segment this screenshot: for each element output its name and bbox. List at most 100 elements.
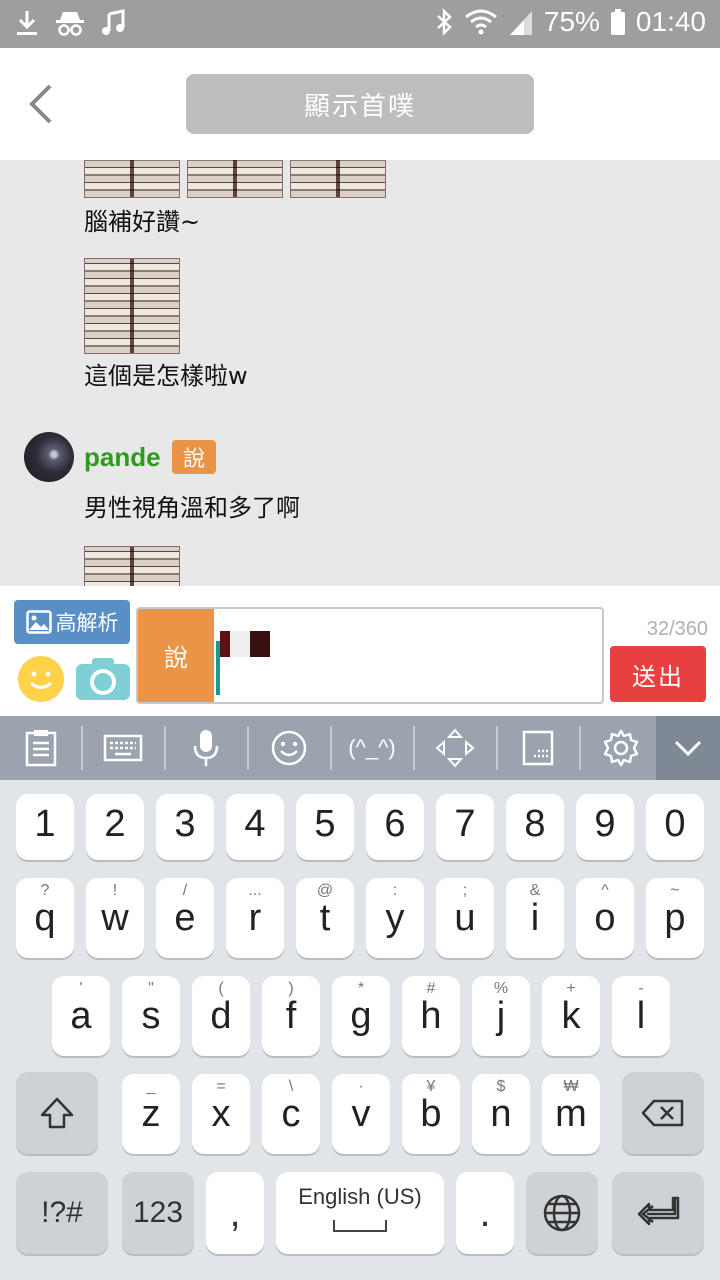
keyboard-settings-button[interactable] xyxy=(580,716,662,780)
space-key[interactable]: English (US) xyxy=(276,1172,444,1254)
download-icon xyxy=(14,8,40,38)
numbers-label: 123 xyxy=(132,1196,184,1229)
message-input[interactable]: 說 xyxy=(136,607,604,704)
key-label: p xyxy=(664,897,686,939)
key-k[interactable]: + k xyxy=(542,976,600,1056)
key-z[interactable]: _ z xyxy=(122,1074,180,1154)
key-label: u xyxy=(454,897,476,939)
avatar[interactable] xyxy=(24,432,74,482)
key-label: e xyxy=(174,897,196,939)
hires-upload-button[interactable]: 高解析 xyxy=(14,600,130,644)
kaomoji-button[interactable]: (^_^) xyxy=(331,716,413,780)
key-9[interactable]: 9 xyxy=(576,794,634,860)
key-n[interactable]: $ n xyxy=(472,1074,530,1154)
key-s[interactable]: " s xyxy=(122,976,180,1056)
key-6[interactable]: 6 xyxy=(366,794,424,860)
key-a[interactable]: ' a xyxy=(52,976,110,1056)
attached-image-thumbnail[interactable] xyxy=(187,160,283,198)
key-c[interactable]: \ c xyxy=(262,1074,320,1154)
key-0[interactable]: 0 xyxy=(646,794,704,860)
key-t[interactable]: @ t xyxy=(296,878,354,958)
key-m[interactable]: ₩ m xyxy=(542,1074,600,1154)
battery-icon xyxy=(610,7,626,37)
key-j[interactable]: % j xyxy=(472,976,530,1056)
period-key[interactable]: . xyxy=(456,1172,514,1254)
key-r[interactable]: ... r xyxy=(226,878,284,958)
key-g[interactable]: * g xyxy=(332,976,390,1056)
key-l[interactable]: -l xyxy=(612,976,670,1056)
camera-icon xyxy=(76,658,130,700)
voice-input-button[interactable] xyxy=(165,716,247,780)
key-1[interactable]: 1 xyxy=(16,794,74,860)
status-bar: 75% 01:40 xyxy=(0,0,720,48)
key-d[interactable]: (d xyxy=(192,976,250,1056)
key-o[interactable]: ^ o xyxy=(576,878,634,958)
collapse-keyboard-button[interactable] xyxy=(656,716,720,780)
wifi-icon xyxy=(464,7,498,37)
one-handed-button[interactable] xyxy=(497,716,579,780)
comma-key[interactable]: , xyxy=(206,1172,264,1254)
keyboard-switch-button[interactable] xyxy=(82,716,164,780)
key-b[interactable]: ¥ b xyxy=(402,1074,460,1154)
image-icon xyxy=(25,610,52,634)
enter-key[interactable] xyxy=(612,1172,704,1254)
key-2[interactable]: 2 xyxy=(86,794,144,860)
key-8[interactable]: 8 xyxy=(506,794,564,860)
key-w[interactable]: ! w xyxy=(86,878,144,958)
language-key[interactable] xyxy=(526,1172,598,1254)
key-label: g xyxy=(350,995,372,1037)
key-label: x xyxy=(211,1093,231,1135)
globe-icon xyxy=(543,1194,581,1232)
back-button[interactable] xyxy=(22,78,62,130)
key-v[interactable]: · v xyxy=(332,1074,390,1154)
key-h[interactable]: # h xyxy=(402,976,460,1056)
incognito-icon xyxy=(54,8,86,38)
key-i[interactable]: & i xyxy=(506,878,564,958)
cursor-control-button[interactable] xyxy=(414,716,496,780)
enter-icon xyxy=(637,1196,680,1226)
kaomoji-label: (^_^) xyxy=(348,735,396,760)
key-f[interactable]: ) f xyxy=(262,976,320,1056)
key-label: j xyxy=(496,995,506,1037)
key-label: 0 xyxy=(664,803,686,845)
emoticon-button[interactable] xyxy=(18,656,64,702)
camera-button[interactable] xyxy=(74,656,132,702)
key-y[interactable]: :y xyxy=(366,878,424,958)
username[interactable]: pande xyxy=(84,442,161,473)
character-counter: 32/360 xyxy=(646,618,708,640)
send-button[interactable]: 送出 xyxy=(610,646,706,702)
key-x[interactable]: = x xyxy=(192,1074,250,1154)
key-7[interactable]: 7 xyxy=(436,794,494,860)
key-3[interactable]: 3 xyxy=(156,794,214,860)
key-label: v xyxy=(351,1093,371,1135)
key-e[interactable]: / e xyxy=(156,878,214,958)
attached-image-thumbnail[interactable] xyxy=(84,258,180,354)
key-5[interactable]: 5 xyxy=(296,794,354,860)
numbers-key[interactable]: 123 xyxy=(122,1172,194,1254)
attached-image-thumbnail[interactable] xyxy=(84,160,180,198)
key-q[interactable]: ? q xyxy=(16,878,74,958)
comma-label: , xyxy=(229,1190,241,1235)
show-first-plurk-button[interactable]: 顯示首噗 xyxy=(186,74,534,134)
space-language-label: English (US) xyxy=(298,1184,422,1209)
message-text: 男性視角溫和多了啊 xyxy=(84,494,300,522)
symbols-key[interactable]: !?# xyxy=(16,1172,108,1254)
key-label: y xyxy=(385,897,405,939)
qualifier-badge: 說 xyxy=(172,440,216,474)
key-label: z xyxy=(141,1093,161,1135)
chat-area[interactable]: 腦補好讚~ 這個是怎樣啦w pande 說 男性視角溫和多了啊 xyxy=(0,160,720,586)
emoji-button[interactable] xyxy=(248,716,330,780)
qualifier-selector[interactable]: 說 xyxy=(138,609,214,702)
key-p[interactable]: ~ p xyxy=(646,878,704,958)
symbols-label: !?# xyxy=(41,1196,83,1229)
backspace-key[interactable] xyxy=(622,1072,704,1154)
key-label: 2 xyxy=(104,803,126,845)
clipboard-button[interactable] xyxy=(0,716,82,780)
keyboard-icon xyxy=(103,734,143,762)
attached-image-thumbnail[interactable] xyxy=(84,546,180,586)
shift-key[interactable] xyxy=(16,1072,98,1154)
key-label: q xyxy=(34,897,56,939)
key-u[interactable]: ; u xyxy=(436,878,494,958)
key-4[interactable]: 4 xyxy=(226,794,284,860)
attached-image-thumbnail[interactable] xyxy=(290,160,386,198)
